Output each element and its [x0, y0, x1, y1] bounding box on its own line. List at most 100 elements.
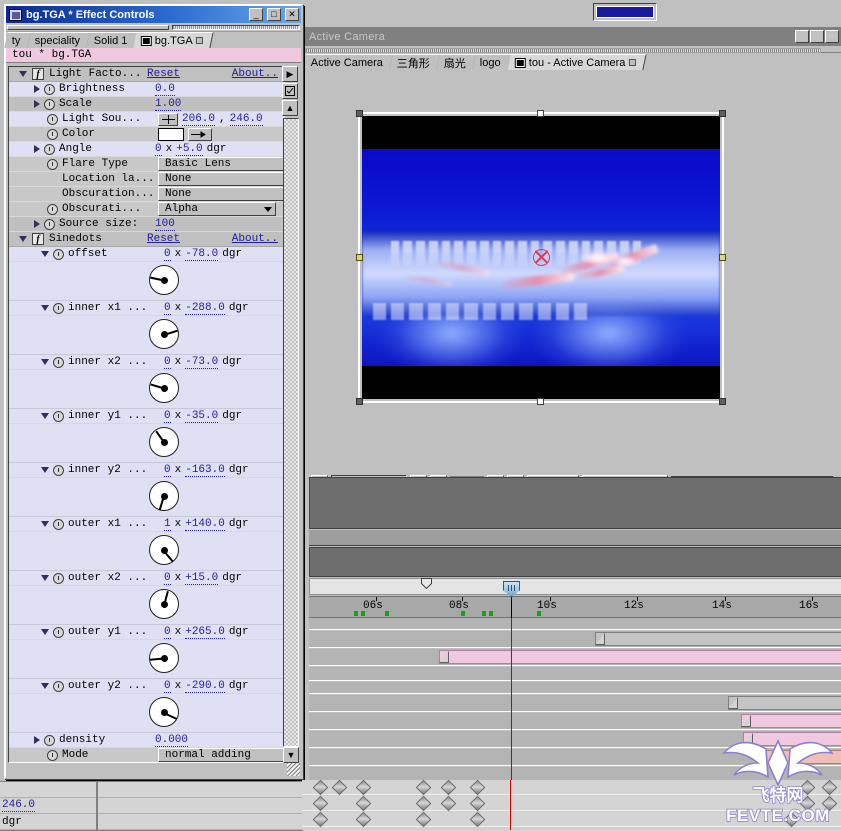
keyframe-row[interactable]: [302, 779, 841, 796]
keyframe-diamond[interactable]: [440, 795, 457, 812]
property-row-obscuration-layer[interactable]: Obscuration... None: [9, 187, 284, 202]
property-row-source-size[interactable]: Source size: 100: [9, 217, 284, 232]
keyframe-diamond[interactable]: [469, 779, 486, 796]
property-degrees[interactable]: +15.0: [185, 572, 219, 585]
keyframe-diamond[interactable]: [415, 779, 432, 796]
stopwatch-icon[interactable]: [53, 464, 64, 476]
property-row-outer-x1[interactable]: outer x1 ... 1 x +140.0 dgr: [9, 517, 284, 532]
property-row-obscuration-type[interactable]: Obscurati... Alpha: [9, 202, 284, 217]
keyframe-diamond[interactable]: [469, 811, 486, 828]
property-value[interactable]: 0.0: [155, 83, 175, 96]
twirl-down-icon[interactable]: [41, 359, 49, 365]
keyframe-diamond[interactable]: [415, 811, 432, 828]
keyframe-diamond[interactable]: [415, 795, 432, 812]
selection-handle-br[interactable]: [719, 398, 726, 405]
twirl-down-icon[interactable]: [41, 251, 49, 257]
tab-close-square-icon[interactable]: [628, 59, 636, 66]
effect-header-sinedots[interactable]: f Sinedots Reset About..: [9, 232, 284, 247]
property-revolutions[interactable]: 0: [164, 410, 171, 423]
stopwatch-icon[interactable]: [44, 143, 55, 155]
scroll-down-arrow-icon[interactable]: ▼: [283, 747, 299, 763]
property-revolutions[interactable]: 1: [164, 518, 171, 531]
viewer-tab-logo[interactable]: logo: [472, 54, 512, 70]
twirl-down-icon[interactable]: [19, 236, 27, 242]
selection-handle-tc[interactable]: [537, 110, 544, 117]
keyframe-diamond[interactable]: [799, 779, 816, 796]
ec-tab-speciality[interactable]: speciality: [26, 32, 91, 48]
layer-bar[interactable]: [728, 696, 841, 710]
keyframe-diamond[interactable]: [355, 795, 372, 812]
viewer-tab-active-camera[interactable]: Active Camera: [303, 54, 394, 70]
keyframe-diamond[interactable]: [469, 795, 486, 812]
property-row-outer-x2[interactable]: outer x2 ... 0 x +15.0 dgr: [9, 571, 284, 586]
effect-controls-grip-bar[interactable]: [6, 23, 301, 32]
property-degrees[interactable]: +265.0: [185, 626, 225, 639]
twirl-right-icon[interactable]: [34, 145, 40, 153]
property-revolutions[interactable]: 0: [164, 302, 171, 315]
property-degrees[interactable]: -288.0: [185, 302, 225, 315]
background-panel-value[interactable]: 246.0: [2, 799, 36, 812]
keyframe-diamond[interactable]: [312, 779, 329, 796]
property-revolutions[interactable]: 0: [164, 626, 171, 639]
twirl-down-icon[interactable]: [41, 413, 49, 419]
color-swatch[interactable]: [158, 127, 184, 141]
stopwatch-icon[interactable]: [53, 518, 64, 530]
viewer-tab-tou-active-camera[interactable]: tou - Active Camera: [507, 54, 647, 70]
table-row[interactable]: [309, 631, 841, 648]
stopwatch-icon[interactable]: [47, 113, 58, 125]
layer-bar[interactable]: [741, 714, 841, 728]
property-value-y[interactable]: 246.0: [229, 113, 263, 126]
angle-dial-outer-x1[interactable]: [149, 535, 179, 565]
stopwatch-icon[interactable]: [47, 128, 58, 140]
about-link[interactable]: About..: [232, 68, 278, 80]
angle-dial-outer-y2[interactable]: [149, 697, 179, 727]
twirl-right-icon[interactable]: [34, 100, 40, 108]
keyframe-diamond[interactable]: [799, 795, 816, 812]
keyframe-row[interactable]: [302, 795, 841, 812]
property-degrees[interactable]: -163.0: [185, 464, 225, 477]
layer-in-handle[interactable]: [439, 651, 449, 663]
layer-in-handle[interactable]: [741, 715, 751, 727]
keyframe-row[interactable]: [302, 811, 841, 828]
property-revolutions[interactable]: 0: [164, 356, 171, 369]
table-row[interactable]: [309, 749, 841, 766]
property-row-inner-y2[interactable]: inner y2 ... 0 x -163.0 dgr: [9, 463, 284, 478]
effect-fx-icon[interactable]: f: [32, 233, 44, 245]
selection-handle-ml[interactable]: [356, 254, 363, 261]
ec-tab-bg-tga[interactable]: bg.TGA: [133, 32, 215, 48]
viewer-grip-bar[interactable]: [303, 46, 841, 53]
selection-handle-bc[interactable]: [537, 398, 544, 405]
location-layer-dropdown[interactable]: None: [158, 172, 284, 186]
property-revolutions[interactable]: 0: [164, 572, 171, 585]
layer-in-handle[interactable]: [743, 733, 753, 745]
property-row-inner-y1[interactable]: inner y1 ... 0 x -35.0 dgr: [9, 409, 284, 424]
keyframe-diamond[interactable]: [355, 811, 372, 828]
property-value[interactable]: 100: [155, 218, 175, 231]
stopwatch-icon[interactable]: [53, 572, 64, 584]
tab-close-square-icon[interactable]: [196, 37, 204, 44]
twirl-right-icon[interactable]: [34, 220, 40, 228]
selection-handle-bl[interactable]: [356, 398, 363, 405]
keyframe-diamond[interactable]: [355, 779, 372, 796]
property-row-light-source[interactable]: Light Sou... 206.0 , 246.0: [9, 112, 284, 127]
stopwatch-icon[interactable]: [44, 218, 55, 230]
viewer-maximize-button[interactable]: □: [810, 30, 824, 43]
comp-marker[interactable]: [421, 578, 432, 589]
viewer-close-button[interactable]: ✕: [825, 30, 839, 43]
table-row[interactable]: [309, 682, 841, 694]
twirl-down-icon[interactable]: [41, 521, 49, 527]
property-row-density[interactable]: density 0.000: [9, 733, 284, 748]
twirl-right-icon[interactable]: [34, 736, 40, 744]
property-degrees[interactable]: +5.0: [176, 143, 203, 156]
obscuration-type-dropdown[interactable]: Alpha: [158, 202, 276, 216]
stopwatch-icon[interactable]: [53, 626, 64, 638]
stopwatch-icon[interactable]: [53, 410, 64, 422]
twirl-down-icon[interactable]: [41, 467, 49, 473]
angle-dial-offset[interactable]: [149, 265, 179, 295]
keyframe-diamond[interactable]: [821, 795, 838, 812]
eyedropper-icon[interactable]: [188, 127, 212, 141]
ec-close-button[interactable]: ✕: [285, 8, 299, 21]
twirl-down-icon[interactable]: [41, 629, 49, 635]
layer-bar[interactable]: [743, 732, 841, 746]
property-degrees[interactable]: -35.0: [185, 410, 219, 423]
